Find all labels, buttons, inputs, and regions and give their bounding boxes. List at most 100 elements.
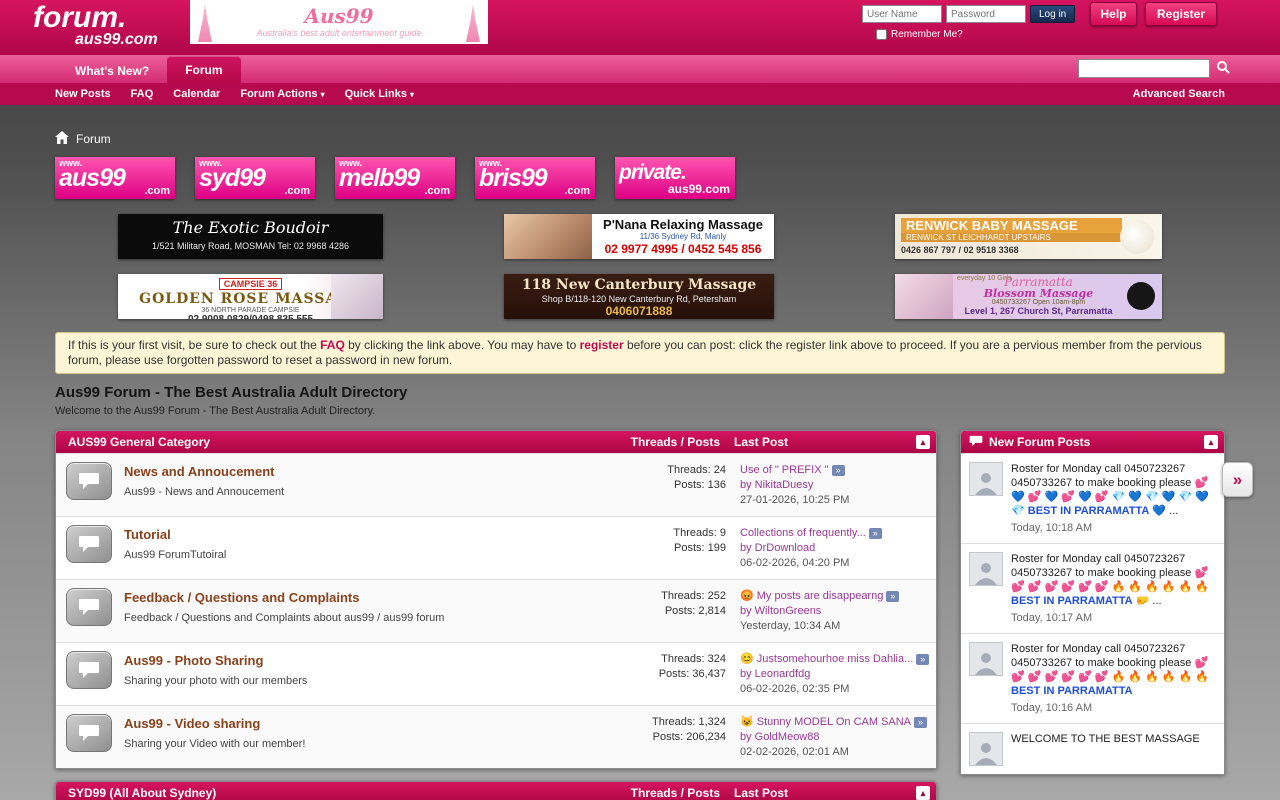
post-link[interactable]: Roster for Monday call 0450723267 045073… xyxy=(1011,643,1209,683)
username-input[interactable] xyxy=(862,5,942,23)
breadcrumb: Forum xyxy=(55,131,1225,147)
post-time: Today, 10:17 AM xyxy=(1011,611,1216,625)
threads-count: Threads: 324 xyxy=(608,652,726,667)
ad-pnana-massage[interactable]: P'Nana Relaxing Massage 11/36 Sydney Rd,… xyxy=(504,214,774,259)
register-link[interactable]: register xyxy=(580,338,624,352)
last-post-cell: 😡 My posts are disappearng» by WiltonGre… xyxy=(726,588,930,634)
nav-calendar[interactable]: Calendar xyxy=(173,88,220,100)
password-input[interactable] xyxy=(946,5,1026,23)
last-post-cell: Use of " PREFIX "» by NikitaDuesy 27-01-… xyxy=(726,462,930,508)
tab-whats-new[interactable]: What's New? xyxy=(57,58,167,83)
ad-tag: everyday 10 Girls xyxy=(957,275,1011,282)
nav-new-posts[interactable]: New Posts xyxy=(55,88,111,100)
banner-tld: .com xyxy=(424,185,450,197)
last-post-author[interactable]: by GoldMeow88 xyxy=(740,730,930,745)
site-logo[interactable]: forum. aus99.com xyxy=(33,3,158,48)
forum-title-link[interactable]: Feedback / Questions and Complaints xyxy=(124,590,360,605)
nav-faq[interactable]: FAQ xyxy=(131,88,154,100)
forum-row: Feedback / Questions and Complaints Feed… xyxy=(56,579,936,642)
new-forum-posts-panel: New Forum Posts ▴ Roster for Monday call… xyxy=(960,430,1225,775)
logo-line1: forum. xyxy=(33,3,158,33)
ad-title: 118 New Canterbury Massage xyxy=(504,277,774,293)
notice-text: by clicking the link above. You may have… xyxy=(345,338,580,352)
forum-icon xyxy=(66,714,112,752)
forum-icon xyxy=(66,462,112,500)
forum-title-link[interactable]: Tutorial xyxy=(124,527,171,542)
go-to-last-post-icon[interactable]: » xyxy=(914,717,927,728)
sidebar-slide-handle[interactable]: » xyxy=(1222,462,1253,497)
forum-title-link[interactable]: Aus99 - Photo Sharing xyxy=(124,653,263,668)
collapse-button[interactable]: ▴ xyxy=(916,435,930,449)
last-post-link[interactable]: My posts are disappearng xyxy=(757,590,884,602)
go-to-last-post-icon[interactable]: » xyxy=(886,591,899,602)
banner-melb99[interactable]: www. melb99 .com xyxy=(335,157,455,199)
collapse-button[interactable]: ▴ xyxy=(1204,435,1218,449)
threads-count: Threads: 1,324 xyxy=(608,715,726,730)
help-button[interactable]: Help xyxy=(1090,2,1137,26)
ad-parramatta-blossom-massage[interactable]: everyday 10 Girls Parramatta Blossom Mas… xyxy=(895,274,1162,319)
posts-count: Posts: 2,814 xyxy=(608,604,726,619)
forum-description: Sharing your photo with our members xyxy=(124,675,608,687)
last-post-author[interactable]: by Leonardfdg xyxy=(740,667,930,682)
header-ad-banner[interactable]: Aus99 Australia's best adult entertainme… xyxy=(190,0,488,44)
ad-118-canterbury-massage[interactable]: 118 New Canterbury Massage Shop B/118-12… xyxy=(504,274,774,319)
banner-bris99[interactable]: www. bris99 .com xyxy=(475,157,595,199)
post-link[interactable]: Roster for Monday call 0450723267 045073… xyxy=(1011,553,1209,593)
last-post-author[interactable]: by DrDownload xyxy=(740,541,930,556)
home-icon[interactable] xyxy=(55,131,69,147)
welcome-text: Welcome to the Aus99 Forum - The Best Au… xyxy=(55,405,1225,417)
main-content: AUS99 General Category Threads / Posts L… xyxy=(55,430,1225,800)
login-button[interactable]: Log in xyxy=(1030,5,1075,23)
nav-advanced-search[interactable]: Advanced Search xyxy=(1133,88,1225,100)
forum-title-link[interactable]: News and Annoucement xyxy=(124,464,274,479)
faq-link[interactable]: FAQ xyxy=(320,338,345,352)
last-post-author[interactable]: by NikitaDuesy xyxy=(740,478,930,493)
avatar[interactable] xyxy=(969,462,1003,496)
go-to-last-post-icon[interactable]: » xyxy=(869,528,882,539)
ad-renwick-massage[interactable]: RENWICK BABY MASSAGE RENWICK ST LEICHHAR… xyxy=(895,214,1162,259)
avatar[interactable] xyxy=(969,732,1003,766)
banner-tagline: Australia's best adult entertainment gui… xyxy=(257,28,422,38)
banner-title: Aus99 xyxy=(304,6,373,26)
tab-forum[interactable]: Forum xyxy=(167,56,240,83)
threads-count: Threads: 9 xyxy=(608,526,726,541)
last-post-author[interactable]: by WiltonGreens xyxy=(740,604,930,619)
ad-subtitle: RENWICK ST LEICHHARDT UPSTAIRS xyxy=(901,233,1122,242)
post-highlight[interactable]: BEST IN PARRAMATTA xyxy=(1011,685,1133,697)
posts-count: Posts: 36,437 xyxy=(608,667,726,682)
banner-tld: .com xyxy=(564,185,590,197)
ad-title: P'Nana Relaxing Massage xyxy=(592,217,774,232)
go-to-last-post-icon[interactable]: » xyxy=(916,654,929,665)
main-tab-bar: What's New? Forum xyxy=(0,55,1280,83)
banner-syd99[interactable]: www. syd99 .com xyxy=(195,157,315,199)
ad-address: Level 1, 267 Church St, Parramatta xyxy=(957,306,1120,316)
forum-row: News and Annoucement Aus99 - News and An… xyxy=(56,453,936,516)
last-post-link[interactable]: Collections of frequently... xyxy=(740,527,866,539)
forum-stats: Threads: 1,324 Posts: 206,234 xyxy=(608,714,726,760)
avatar[interactable] xyxy=(969,552,1003,586)
last-post-link[interactable]: Use of " PREFIX " xyxy=(740,464,829,476)
ad-exotic-boudoir[interactable]: The Exotic Boudoir 1/521 Military Road, … xyxy=(118,214,383,259)
avatar[interactable] xyxy=(969,642,1003,676)
last-post-link[interactable]: Justsomehourhoe miss Dahlia... xyxy=(757,653,914,665)
banner-aus99[interactable]: www. aus99 .com xyxy=(55,157,175,199)
nav-quick-links[interactable]: Quick Links▾ xyxy=(345,88,414,100)
post-highlight[interactable]: BEST IN PARRAMATTA xyxy=(1011,595,1133,607)
remember-checkbox[interactable] xyxy=(876,29,887,40)
banner-private-aus99[interactable]: private. aus99.com xyxy=(615,157,735,199)
register-button[interactable]: Register xyxy=(1145,2,1217,26)
forum-title-link[interactable]: Aus99 - Video sharing xyxy=(124,716,260,731)
search-button[interactable] xyxy=(1210,59,1236,78)
remember-label: Remember Me? xyxy=(891,29,963,40)
last-post-link[interactable]: Stunny MODEL On CAM SANA xyxy=(757,716,911,728)
go-to-last-post-icon[interactable]: » xyxy=(832,465,845,476)
breadcrumb-forum[interactable]: Forum xyxy=(76,132,111,146)
collapse-button[interactable]: ▴ xyxy=(916,786,930,800)
post-link[interactable]: WELCOME TO THE BEST MASSAGE xyxy=(1011,733,1200,745)
ad-golden-rose-massage[interactable]: CAMPSIE 36 GOLDEN ROSE MASSAGE 36 NORTH … xyxy=(118,274,383,319)
post-time: Today, 10:18 AM xyxy=(1011,521,1216,535)
nav-forum-actions[interactable]: Forum Actions▾ xyxy=(240,88,324,100)
sidebar-title: New Forum Posts xyxy=(989,435,1192,449)
search-input[interactable] xyxy=(1078,59,1210,78)
post-highlight[interactable]: BEST IN PARRAMATTA xyxy=(1028,505,1150,517)
